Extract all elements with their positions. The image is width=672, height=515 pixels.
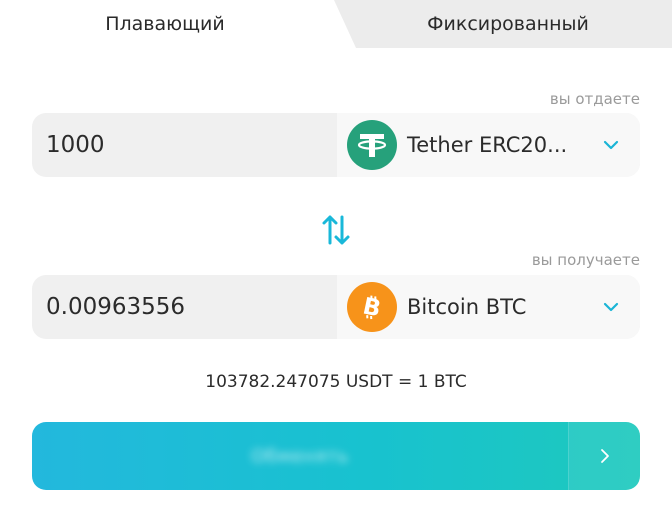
exchange-rate: 103782.247075 USDT = 1 BTC	[205, 372, 467, 392]
receive-currency-select[interactable]: B Bitcoin BTC	[337, 275, 640, 339]
send-row: 1000 Tether ERC20...	[32, 113, 640, 177]
chevron-right-icon	[568, 422, 640, 490]
send-amount-input[interactable]: 1000	[32, 113, 337, 177]
tether-icon	[347, 120, 397, 170]
tab-fixed[interactable]: Фиксированный	[334, 0, 672, 48]
send-hint: вы отдаете	[549, 90, 640, 108]
exchange-button-label: Обменять	[251, 445, 349, 467]
receive-hint: вы получаете	[531, 251, 640, 269]
exchange-button[interactable]: Обменять	[32, 422, 640, 490]
bitcoin-icon: B	[347, 282, 397, 332]
tab-fixed-label: Фиксированный	[427, 13, 589, 35]
tab-floating-label: Плавающий	[105, 13, 225, 35]
chevron-down-icon	[602, 298, 620, 316]
send-currency-select[interactable]: Tether ERC20...	[337, 113, 640, 177]
rate-type-tabs: Плавающий Фиксированный	[0, 0, 672, 48]
receive-amount-field[interactable]: 0.00963556	[32, 275, 337, 339]
receive-currency-name: Bitcoin BTC	[407, 295, 527, 319]
chevron-down-icon	[602, 136, 620, 154]
swap-icon[interactable]	[321, 211, 351, 249]
send-currency-name: Tether ERC20...	[407, 133, 568, 157]
tab-floating[interactable]: Плавающий	[0, 0, 340, 48]
exchange-widget: Плавающий Фиксированный вы отдаете 1000 …	[0, 0, 672, 515]
receive-row: 0.00963556 B Bitcoin BTC	[32, 275, 640, 339]
